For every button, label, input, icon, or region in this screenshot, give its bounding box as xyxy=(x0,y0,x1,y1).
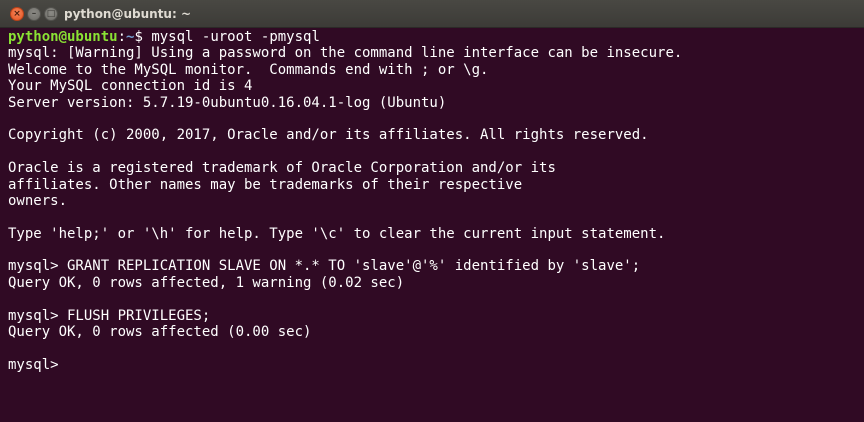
terminal-line: owners. xyxy=(8,192,68,209)
terminal-line: Oracle is a registered trademark of Orac… xyxy=(8,160,556,177)
terminal-line: mysql: [Warning] Using a password on the… xyxy=(8,45,683,62)
prompt-symbol: $ xyxy=(134,29,152,45)
terminal-line: mysql> GRANT REPLICATION SLAVE ON *.* TO… xyxy=(8,258,641,275)
terminal-line: Query OK, 0 rows affected, 1 warning (0.… xyxy=(8,274,405,291)
terminal-line: Welcome to the MySQL monitor. Commands e… xyxy=(8,61,489,78)
terminal-line: Type 'help;' or '\h' for help. Type '\c'… xyxy=(8,225,666,242)
prompt-user-host: python@ubuntu xyxy=(8,29,118,45)
terminal-line: Query OK, 0 rows affected (0.00 sec) xyxy=(8,324,312,341)
shell-command: mysql -uroot -pmysql xyxy=(151,29,320,45)
terminal-lines: mysql: [Warning] Using a password on the… xyxy=(8,45,864,373)
shell-prompt-line: python@ubuntu:~$ mysql -uroot -pmysql xyxy=(8,29,864,45)
terminal-window: × – □ python@ubuntu: ~ python@ubuntu:~$ … xyxy=(0,0,864,422)
terminal-output[interactable]: python@ubuntu:~$ mysql -uroot -pmysql my… xyxy=(0,28,864,422)
window-title: python@ubuntu: ~ xyxy=(64,7,192,21)
terminal-line: Server version: 5.7.19-0ubuntu0.16.04.1-… xyxy=(8,94,447,111)
terminal-line: affiliates. Other names may be trademark… xyxy=(8,176,523,193)
close-icon[interactable]: × xyxy=(10,7,24,21)
terminal-line: mysql> FLUSH PRIVILEGES; xyxy=(8,307,211,324)
terminal-line: Copyright (c) 2000, 2017, Oracle and/or … xyxy=(8,127,649,144)
maximize-icon[interactable]: □ xyxy=(44,7,58,21)
terminal-line: Your MySQL connection id is 4 xyxy=(8,78,253,95)
window-titlebar[interactable]: × – □ python@ubuntu: ~ xyxy=(0,0,864,28)
terminal-line: mysql> xyxy=(8,356,68,373)
minimize-icon[interactable]: – xyxy=(27,7,41,21)
prompt-separator: : xyxy=(117,29,127,45)
